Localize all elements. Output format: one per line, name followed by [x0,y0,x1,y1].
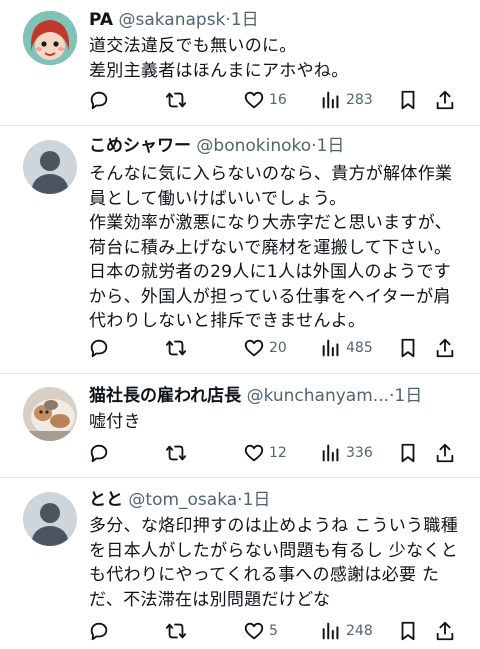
share-icon [436,90,454,110]
views-icon [322,622,339,640]
action-bar: 12 336 [0,440,480,466]
bookmark-icon [401,621,415,641]
retweet-button[interactable] [165,335,187,361]
reply-icon [90,622,108,641]
share-button[interactable] [434,87,456,113]
views-button[interactable]: 336 [320,440,373,466]
retweet-button[interactable] [165,440,187,466]
heart-icon [244,622,264,640]
user-handle[interactable]: @kunchanyam... [247,386,389,406]
tweet[interactable]: こめシャワー @bonokinoko·1日 そんなに気に入らないのなら、貴方が解… [0,126,480,374]
reply-icon [90,91,108,110]
reply-icon [90,444,108,463]
like-button[interactable]: 12 [243,440,287,466]
like-count: 12 [269,445,287,461]
share-button[interactable] [434,440,456,466]
like-button[interactable]: 16 [243,87,287,113]
tweet-header: 猫社長の雇われ店長 @kunchanyam...·1日 [89,385,422,407]
views-icon [322,339,339,357]
bookmark-button[interactable] [397,87,419,113]
bookmark-button[interactable] [397,335,419,361]
timestamp[interactable]: 1日 [317,136,345,156]
share-button[interactable] [434,618,456,644]
like-count: 5 [269,623,278,639]
views-icon [322,444,339,462]
default-avatar-head [40,503,60,523]
heart-icon [244,444,264,462]
views-button[interactable]: 248 [320,618,373,644]
tweet-text: そんなに気に入らないのなら、貴方が解体作業 員として働いけばいいでしょう。 作業… [89,164,453,331]
display-name[interactable]: PA [89,10,113,30]
display-name[interactable]: こめシャワー [89,136,191,156]
reply-button[interactable] [88,87,110,113]
avatar[interactable] [23,140,77,194]
tweet-header: こめシャワー @bonokinoko·1日 [89,135,344,157]
heart-icon [244,91,264,109]
default-avatar-body [32,526,68,546]
like-button[interactable]: 20 [243,335,287,361]
user-handle[interactable]: @sakanapsk [118,10,225,30]
reply-button[interactable] [88,618,110,644]
share-icon [436,443,454,463]
views-button[interactable]: 283 [320,87,373,113]
views-button[interactable]: 485 [320,335,373,361]
share-icon [436,338,454,358]
timestamp[interactable]: 1日 [394,386,422,406]
avatar-image [23,387,77,441]
like-button[interactable]: 5 [243,618,278,644]
bookmark-icon [401,338,415,358]
retweet-icon [165,340,187,356]
user-handle[interactable]: @tom_osaka [128,490,237,510]
default-avatar-head [40,151,60,171]
tweet[interactable]: 猫社長の雇われ店長 @kunchanyam...·1日 嘘付き 12 336 [0,374,480,478]
retweet-icon [165,623,187,639]
action-bar: 5 248 [0,618,480,644]
view-count: 485 [346,340,373,356]
avatar[interactable] [23,11,77,65]
reply-button[interactable] [88,335,110,361]
view-count: 248 [346,623,373,639]
view-count: 283 [346,92,373,108]
bookmark-button[interactable] [397,440,419,466]
bookmark-button[interactable] [397,618,419,644]
tweet-text: 嘘付き [89,412,141,432]
share-icon [436,621,454,641]
tweet-text: 道交法違反でも無いのに。 差別主義者はほんまにアホやね。 [89,36,349,81]
timestamp[interactable]: 1日 [243,490,271,510]
bookmark-icon [401,90,415,110]
tweet-header: PA @sakanapsk·1日 [89,9,259,31]
retweet-icon [165,92,187,108]
user-handle[interactable]: @bonokinoko [196,136,311,156]
avatar[interactable] [23,492,77,546]
avatar-image [23,11,77,65]
timestamp[interactable]: 1日 [231,10,259,30]
retweet-button[interactable] [165,618,187,644]
action-bar: 16 283 [0,87,480,113]
like-count: 20 [269,340,287,356]
like-count: 16 [269,92,287,108]
tweet-header: とと @tom_osaka·1日 [89,489,270,511]
default-avatar-body [32,174,68,194]
reply-icon [90,339,108,358]
tweet-text: 多分、な烙印押すのは止めようね こういう職種 を日本人がしたがらない問題も有るし… [89,516,459,610]
action-bar: 20 485 [0,335,480,361]
display-name[interactable]: 猫社長の雇われ店長 [89,386,241,406]
reply-button[interactable] [88,440,110,466]
heart-icon [244,339,264,357]
bookmark-icon [401,443,415,463]
tweet[interactable]: PA @sakanapsk·1日 道交法違反でも無いのに。 差別主義者はほんまに… [0,0,480,126]
display-name[interactable]: とと [89,490,123,510]
tweet[interactable]: とと @tom_osaka·1日 多分、な烙印押すのは止めようね こういう職種 … [0,478,480,649]
share-button[interactable] [434,335,456,361]
avatar[interactable] [23,387,77,441]
retweet-icon [165,445,187,461]
view-count: 336 [346,445,373,461]
views-icon [322,91,339,109]
retweet-button[interactable] [165,87,187,113]
